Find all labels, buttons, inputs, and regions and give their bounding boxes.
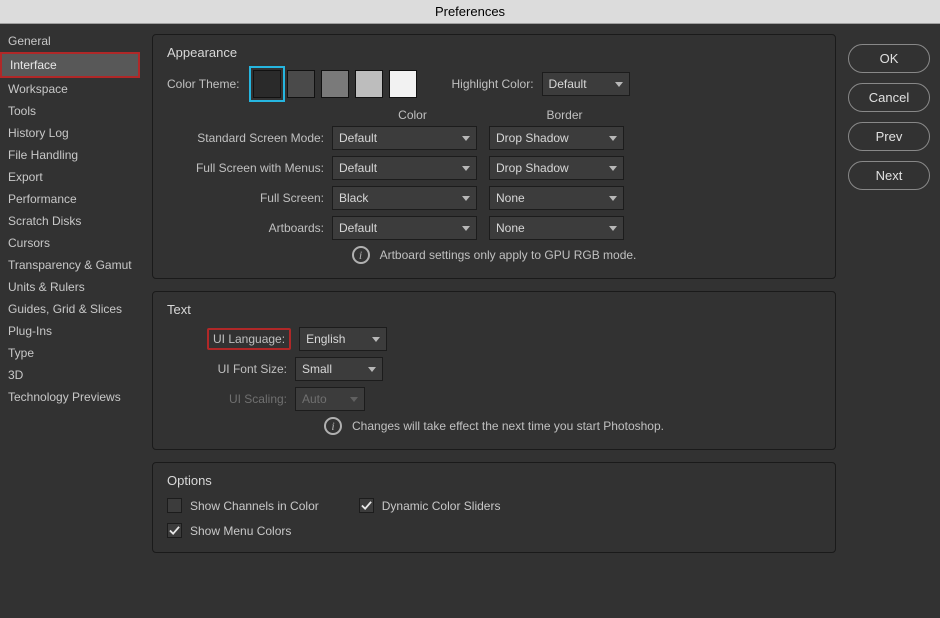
theme-swatch-3[interactable]	[355, 70, 383, 98]
sidebar-item-cursors[interactable]: Cursors	[0, 232, 140, 254]
sidebar: GeneralInterfaceWorkspaceToolsHistory Lo…	[0, 24, 140, 618]
show-channels-label: Show Channels in Color	[190, 499, 319, 513]
screen-mode-label: Full Screen with Menus:	[167, 161, 332, 175]
border-header: Border	[497, 108, 632, 122]
screen-mode-border-select[interactable]: Drop Shadow	[489, 156, 624, 180]
screen-mode-row: Artboards:Default None	[167, 216, 821, 240]
screen-mode-border-select[interactable]: None	[489, 216, 624, 240]
ui-scaling-label: UI Scaling:	[167, 392, 295, 406]
ui-language-label: UI Language:	[207, 328, 291, 350]
sidebar-item-units-rulers[interactable]: Units & Rulers	[0, 276, 140, 298]
sidebar-item-3d[interactable]: 3D	[0, 364, 140, 386]
sidebar-item-tools[interactable]: Tools	[0, 100, 140, 122]
sidebar-item-type[interactable]: Type	[0, 342, 140, 364]
titlebar: Preferences	[0, 0, 940, 24]
screen-mode-color-select[interactable]: Default	[332, 126, 477, 150]
screen-mode-row: Full Screen:Black None	[167, 186, 821, 210]
appearance-panel: Appearance Color Theme: Highlight Color:…	[152, 34, 836, 279]
dialog-container: GeneralInterfaceWorkspaceToolsHistory Lo…	[0, 24, 940, 618]
screen-mode-border-select[interactable]: None	[489, 186, 624, 210]
sidebar-item-file-handling[interactable]: File Handling	[0, 144, 140, 166]
show-channels-checkbox[interactable]	[167, 498, 182, 513]
sidebar-item-export[interactable]: Export	[0, 166, 140, 188]
action-buttons: OK Cancel Prev Next	[848, 24, 940, 618]
next-button[interactable]: Next	[848, 161, 930, 190]
sidebar-item-general[interactable]: General	[0, 30, 140, 52]
highlight-color-select[interactable]: Default	[542, 72, 630, 96]
text-info-row: i Changes will take effect the next time…	[167, 417, 821, 435]
sidebar-item-plug-ins[interactable]: Plug-Ins	[0, 320, 140, 342]
sidebar-item-performance[interactable]: Performance	[0, 188, 140, 210]
appearance-info-text: Artboard settings only apply to GPU RGB …	[380, 248, 637, 262]
dynamic-sliders-label: Dynamic Color Sliders	[382, 499, 501, 513]
show-menu-checkbox-row[interactable]: Show Menu Colors	[167, 523, 291, 538]
sidebar-item-technology-previews[interactable]: Technology Previews	[0, 386, 140, 408]
sidebar-item-scratch-disks[interactable]: Scratch Disks	[0, 210, 140, 232]
ok-button[interactable]: OK	[848, 44, 930, 73]
text-panel: Text UI Language: English UI Font Size: …	[152, 291, 836, 450]
screen-mode-headers: Color Border	[167, 108, 821, 122]
info-icon: i	[352, 246, 370, 264]
theme-swatch-2[interactable]	[321, 70, 349, 98]
appearance-title: Appearance	[167, 45, 821, 60]
theme-swatch-0[interactable]	[253, 70, 281, 98]
screen-mode-border-select[interactable]: Drop Shadow	[489, 126, 624, 150]
screen-mode-label: Standard Screen Mode:	[167, 131, 332, 145]
ui-scaling-value: Auto	[302, 392, 327, 406]
highlight-color-label: Highlight Color:	[451, 77, 533, 91]
ui-language-select[interactable]: English	[299, 327, 387, 351]
text-title: Text	[167, 302, 821, 317]
show-menu-label: Show Menu Colors	[190, 524, 291, 538]
screen-mode-color-select[interactable]: Default	[332, 216, 477, 240]
dynamic-sliders-checkbox-row[interactable]: Dynamic Color Sliders	[359, 498, 501, 513]
ui-language-value: English	[306, 332, 345, 346]
text-info-text: Changes will take effect the next time y…	[352, 419, 664, 433]
ui-font-size-value: Small	[302, 362, 332, 376]
sidebar-item-guides-grid-slices[interactable]: Guides, Grid & Slices	[0, 298, 140, 320]
screen-mode-row: Full Screen with Menus:Default Drop Shado…	[167, 156, 821, 180]
cancel-button[interactable]: Cancel	[848, 83, 930, 112]
screen-mode-label: Artboards:	[167, 221, 332, 235]
options-title: Options	[167, 473, 821, 488]
color-header: Color	[340, 108, 485, 122]
show-channels-checkbox-row[interactable]: Show Channels in Color	[167, 498, 319, 513]
prev-button[interactable]: Prev	[848, 122, 930, 151]
highlight-color-value: Default	[549, 77, 587, 91]
screen-mode-row: Standard Screen Mode:Default Drop Shadow	[167, 126, 821, 150]
sidebar-item-interface[interactable]: Interface	[0, 52, 140, 78]
theme-swatch-1[interactable]	[287, 70, 315, 98]
theme-swatch-4[interactable]	[389, 70, 417, 98]
options-panel: Options Show Channels in Color Dynamic C…	[152, 462, 836, 553]
ui-font-size-label: UI Font Size:	[167, 362, 295, 376]
screen-mode-label: Full Screen:	[167, 191, 332, 205]
show-menu-checkbox[interactable]	[167, 523, 182, 538]
sidebar-item-workspace[interactable]: Workspace	[0, 78, 140, 100]
color-theme-label: Color Theme:	[167, 77, 239, 91]
info-icon: i	[324, 417, 342, 435]
screen-mode-color-select[interactable]: Default	[332, 156, 477, 180]
appearance-info-row: i Artboard settings only apply to GPU RG…	[167, 246, 821, 264]
main-content: Appearance Color Theme: Highlight Color:…	[140, 24, 848, 618]
sidebar-item-history-log[interactable]: History Log	[0, 122, 140, 144]
dynamic-sliders-checkbox[interactable]	[359, 498, 374, 513]
screen-mode-color-select[interactable]: Black	[332, 186, 477, 210]
ui-scaling-select: Auto	[295, 387, 365, 411]
color-theme-swatches	[253, 70, 417, 98]
ui-font-size-select[interactable]: Small	[295, 357, 383, 381]
sidebar-item-transparency-gamut[interactable]: Transparency & Gamut	[0, 254, 140, 276]
